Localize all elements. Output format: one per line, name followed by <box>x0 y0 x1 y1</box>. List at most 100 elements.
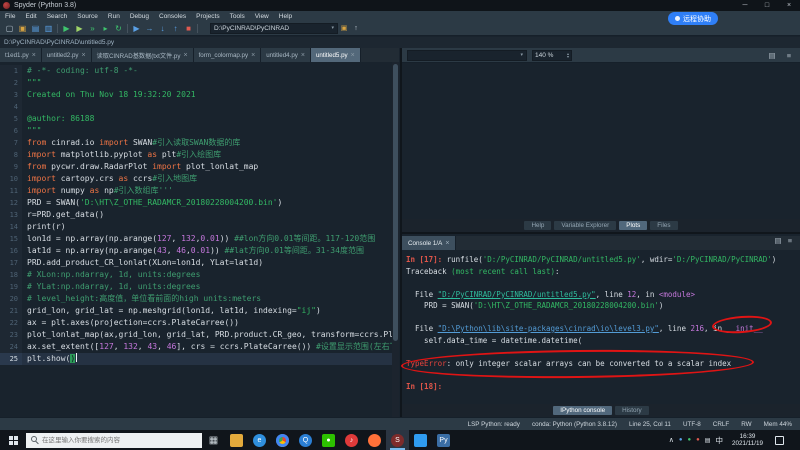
rerun-icon[interactable]: ↻ <box>112 22 125 35</box>
step-over-icon[interactable]: → <box>143 22 156 35</box>
code-line[interactable]: 21grid_lon, grid_lat = np.meshgrid(lon1d… <box>0 305 392 317</box>
editor-tab-form-colormap.py[interactable]: form_colormap.py× <box>194 48 262 62</box>
code-line[interactable]: 18# XLon:np.ndarray, 1d, units:degrees <box>0 269 392 281</box>
spin-down-icon[interactable]: ▾ <box>567 55 569 59</box>
run-cell-advance-icon[interactable]: » <box>86 22 99 35</box>
pane-tab-ipython-console[interactable]: IPython console <box>553 406 612 415</box>
pane-tab-variable-explorer[interactable]: Variable Explorer <box>554 221 616 230</box>
close-tab-icon[interactable]: × <box>251 52 255 59</box>
code-line[interactable]: 23plot_lonlat_map(ax,grid_lon, grid_lat,… <box>0 329 392 341</box>
plots-options-icon[interactable]: ≡ <box>783 51 795 60</box>
action-center-icon[interactable] <box>775 436 784 445</box>
run-icon[interactable]: ▶ <box>60 22 73 35</box>
editor-tab-untitled2.py[interactable]: untitled2.py× <box>42 48 92 62</box>
debug-icon[interactable]: ▶ <box>130 22 143 35</box>
code-line[interactable]: 5@author: 86188 <box>0 113 392 125</box>
zoom-spinbox[interactable]: 140 % ▴ ▾ <box>532 50 572 61</box>
code-line[interactable]: 13r=PRD.get_data() <box>0 209 392 221</box>
menu-help[interactable]: Help <box>274 13 297 20</box>
tray-app-3-icon[interactable]: ● <box>696 437 700 443</box>
menu-source[interactable]: Source <box>72 13 103 20</box>
menu-projects[interactable]: Projects <box>191 13 224 20</box>
save-all-icon[interactable]: ▥ <box>42 22 55 35</box>
code-line[interactable]: 8import matplotlib.pyplot as plt#引入绘图库 <box>0 149 392 161</box>
spin-arrows-icon[interactable]: ▴ ▾ <box>567 52 569 59</box>
file-explorer-taskbar-button[interactable] <box>225 430 248 450</box>
taskbar-search-input[interactable] <box>26 433 202 448</box>
tray-app-2-icon[interactable]: ● <box>688 437 692 443</box>
taskbar-clock[interactable]: 16:39 2021/11/19 <box>728 433 767 448</box>
open-file-icon[interactable]: ▣ <box>16 22 29 35</box>
code-line[interactable]: 10import cartopy.crs as ccrs#引入地图库 <box>0 173 392 185</box>
vscode-taskbar-button[interactable] <box>409 430 432 450</box>
tray-volume-icon[interactable]: ▤ <box>705 437 711 444</box>
browse-workdir-icon[interactable]: ▣ <box>338 24 350 32</box>
firefox-browser-taskbar-button[interactable] <box>363 430 386 450</box>
pane-tab-history[interactable]: History <box>615 406 649 415</box>
save-icon[interactable]: ▤ <box>29 22 42 35</box>
code-line[interactable]: 1# -*- coding: utf-8 -*- <box>0 65 392 77</box>
code-line[interactable]: 11import numpy as np#引入数组库''' <box>0 185 392 197</box>
tray-app-1-icon[interactable]: ● <box>679 437 683 443</box>
step-into-icon[interactable]: ↓ <box>156 22 169 35</box>
tray-expand-icon[interactable]: ∧ <box>669 436 674 444</box>
pane-tab-files[interactable]: Files <box>650 221 677 230</box>
editor-tab-cinrad-txt-.py[interactable]: 读取CINRAD基数据(txt文件.py× <box>92 48 194 62</box>
close-tab-icon[interactable]: × <box>351 52 355 59</box>
code-line[interactable]: 7from cinrad.io import SWAN#引入读取SWAN数据的库 <box>0 137 392 149</box>
pane-tab-help[interactable]: Help <box>524 221 551 230</box>
console-output[interactable]: In [17]: runfile('D:/PyCINRAD/PyCINRAD/u… <box>402 250 800 404</box>
code-line[interactable]: 3Created on Thu Nov 18 19:32:20 2021 <box>0 89 392 101</box>
menu-file[interactable]: File <box>0 13 20 20</box>
menu-debug[interactable]: Debug <box>125 13 154 20</box>
maximize-button[interactable]: □ <box>756 0 778 11</box>
menu-view[interactable]: View <box>250 13 274 20</box>
close-tab-icon[interactable]: × <box>301 52 305 59</box>
scrollbar-thumb[interactable] <box>393 64 398 341</box>
chrome-browser-taskbar-button[interactable] <box>271 430 294 450</box>
parent-directory-icon[interactable]: ↑ <box>350 25 362 32</box>
menu-run[interactable]: Run <box>103 13 125 20</box>
code-line[interactable]: 14print(r) <box>0 221 392 233</box>
close-tab-icon[interactable]: × <box>183 52 187 59</box>
code-line[interactable]: 16lat1d = np.array(np.arange(43, 46,0.01… <box>0 245 392 257</box>
minimize-button[interactable]: ─ <box>734 0 756 11</box>
editor-tab-t1ed1.py[interactable]: t1ed1.py× <box>0 48 42 62</box>
new-file-icon[interactable]: ▢ <box>3 22 16 35</box>
plot-list-combo[interactable]: ▾ <box>407 50 527 61</box>
code-line[interactable]: 22ax = plt.axes(projection=ccrs.PlateCar… <box>0 317 392 329</box>
working-directory-combo[interactable]: D:\PyCINRAD\PyCINRAD ▾ <box>210 23 338 34</box>
python-taskbar-button[interactable]: Py <box>432 430 455 450</box>
code-line[interactable]: 19# YLat:np.ndarray, 1d, units:degrees <box>0 281 392 293</box>
task-view-taskbar-button[interactable]: ▦ <box>202 430 225 450</box>
menu-consoles[interactable]: Consoles <box>154 13 191 20</box>
run-cell-icon[interactable]: ▶ <box>73 22 86 35</box>
code-editor[interactable]: 1# -*- coding: utf-8 -*-2"""3Created on … <box>0 62 392 417</box>
editor-scrollbar[interactable] <box>392 62 399 417</box>
edge-browser-taskbar-button[interactable]: e <box>248 430 271 450</box>
code-line[interactable]: 9from pycwr.draw.RadarPlot import plot_l… <box>0 161 392 173</box>
qq-taskbar-button[interactable]: Q <box>294 430 317 450</box>
console-options-icon[interactable]: ≡ <box>784 236 796 250</box>
ime-indicator[interactable]: 中 <box>715 435 723 446</box>
editor-tab-untitled4.py[interactable]: untitled4.py× <box>261 48 311 62</box>
console-tab[interactable]: Console 1/A × <box>402 236 456 250</box>
pane-tab-plots[interactable]: Plots <box>619 221 647 230</box>
editor-tab-untitled5.py[interactable]: untitled5.py× <box>311 48 361 62</box>
code-line[interactable]: 6""" <box>0 125 392 137</box>
menu-search[interactable]: Search <box>42 13 73 20</box>
code-line[interactable]: 25plt.show() <box>0 353 392 365</box>
code-line[interactable]: 15lon1d = np.array(np.arange(127, 132,0.… <box>0 233 392 245</box>
code-line[interactable]: 2""" <box>0 77 392 89</box>
close-tab-icon[interactable]: × <box>82 52 86 59</box>
code-line[interactable]: 12PRD = SWAN('D:\HT\Z_OTHE_RADAMCR_20180… <box>0 197 392 209</box>
close-tab-icon[interactable]: × <box>445 240 449 247</box>
wechat-taskbar-button[interactable]: ● <box>317 430 340 450</box>
code-line[interactable]: 4 <box>0 101 392 113</box>
step-return-icon[interactable]: ↑ <box>169 22 182 35</box>
close-button[interactable]: × <box>778 0 800 11</box>
close-tab-icon[interactable]: × <box>32 52 36 59</box>
console-pane-icon[interactable]: ▤ <box>772 236 784 250</box>
code-line[interactable]: 20# level_height:高度值，单位看前面的high units:me… <box>0 293 392 305</box>
remote-assist-badge[interactable]: 远程协助 <box>668 12 718 25</box>
